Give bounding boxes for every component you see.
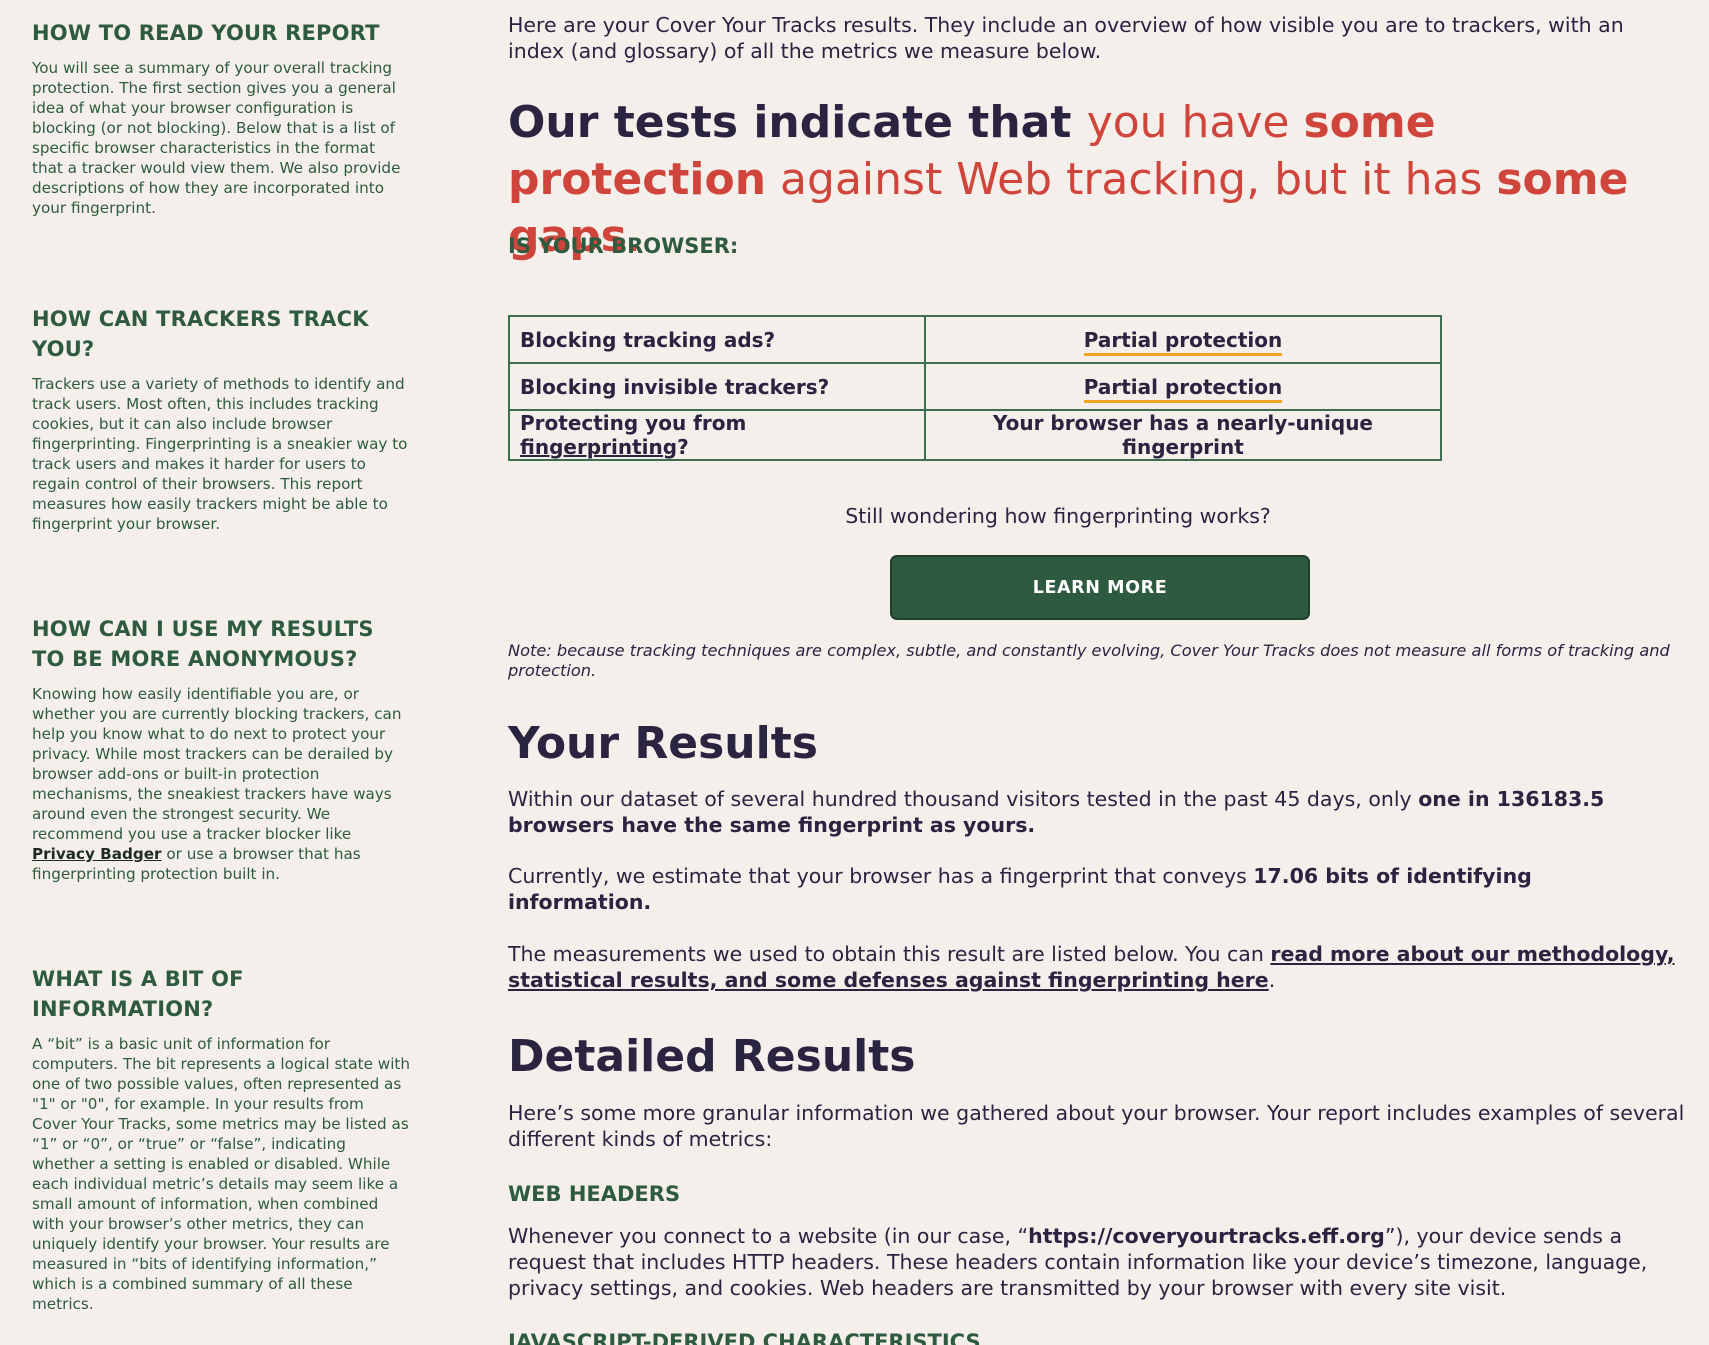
sidebar-heading: WHAT IS A BIT OF INFORMATION? (32, 967, 244, 1021)
table-row: Protecting you from fingerprinting? Your… (508, 409, 1442, 461)
sidebar-heading: HOW CAN TRACKERS TRACK YOU? (32, 307, 369, 361)
sidebar-section-how-to-read: HOW TO READ YOUR REPORT You will see a s… (32, 18, 410, 218)
sidebar-section-bit: WHAT IS A BIT OF INFORMATION? A “bit” is… (32, 964, 410, 1314)
learn-more-button[interactable]: LEARN MORE (890, 555, 1310, 620)
sidebar-text: Trackers use a variety of methods to ide… (32, 375, 408, 533)
table-cell-question: Protecting you from fingerprinting? (508, 409, 926, 461)
fingerprinting-link[interactable]: fingerprinting (520, 435, 677, 459)
sidebar-text: A “bit” is a basic unit of information f… (32, 1035, 410, 1313)
results-paragraph: Currently, we estimate that your browser… (508, 863, 1678, 915)
table-row: Blocking tracking ads? Partial protectio… (508, 315, 1442, 364)
question-part: ? (677, 435, 689, 459)
verdict-part: you have (1086, 97, 1304, 148)
results-heading: Your Results (508, 718, 818, 769)
intro-text: Here are your Cover Your Tracks results.… (508, 13, 1624, 63)
detailed-heading: Detailed Results (508, 1031, 916, 1082)
results-paragraph: The measurements we used to obtain this … (508, 941, 1678, 993)
text-part: Currently, we estimate that your browser… (508, 864, 1254, 888)
text-part: Whenever you connect to a website (in ou… (508, 1224, 1029, 1248)
table-cell-answer: Partial protection (924, 362, 1442, 411)
table-cell-question: Blocking invisible trackers? (508, 362, 926, 411)
sidebar-section-anonymous: HOW CAN I USE MY RESULTS TO BE MORE ANON… (32, 614, 410, 884)
browser-heading: IS YOUR BROWSER: (508, 234, 739, 258)
table-row: Blocking invisible trackers? Partial pro… (508, 362, 1442, 411)
sidebar-heading: HOW CAN I USE MY RESULTS TO BE MORE ANON… (32, 617, 374, 671)
javascript-heading: JAVASCRIPT-DERIVED CHARACTERISTICS (508, 1330, 981, 1345)
sidebar-text-part: Knowing how easily identifiable you are,… (32, 685, 402, 843)
partial-protection-link[interactable]: Partial protection (1083, 327, 1283, 356)
web-headers-heading: WEB HEADERS (508, 1182, 681, 1206)
detailed-intro: Here’s some more granular information we… (508, 1101, 1685, 1151)
verdict-part: Our tests indicate that (508, 97, 1087, 148)
sidebar-text: You will see a summary of your overall t… (32, 59, 401, 217)
note-text: Note: because tracking techniques are co… (508, 641, 1670, 680)
sidebar-text: Knowing how easily identifiable you are,… (32, 684, 410, 884)
sidebar-section-how-track: HOW CAN TRACKERS TRACK YOU? Trackers use… (32, 304, 410, 534)
privacy-badger-link[interactable]: Privacy Badger (32, 845, 162, 863)
protection-table: Blocking tracking ads? Partial protectio… (508, 315, 1442, 461)
site-url: https://coveryourtracks.eff.org (1028, 1224, 1385, 1248)
text-part: The measurements we used to obtain this … (508, 942, 1271, 966)
text-part: Within our dataset of several hundred th… (508, 787, 1419, 811)
sidebar-heading: HOW TO READ YOUR REPORT (32, 21, 380, 45)
table-cell-answer: Partial protection (924, 315, 1442, 364)
table-cell-answer: Your browser has a nearly-unique fingerp… (924, 409, 1442, 461)
table-cell-question: Blocking tracking ads? (508, 315, 926, 364)
web-headers-text: Whenever you connect to a website (in ou… (508, 1223, 1698, 1301)
verdict-part: against Web tracking, but it has (766, 154, 1497, 205)
wonder-text: Still wondering how fingerprinting works… (845, 504, 1271, 528)
question-part: Protecting you from (520, 411, 747, 435)
text-part: . (1268, 968, 1276, 992)
partial-protection-link[interactable]: Partial protection (1083, 374, 1283, 403)
results-paragraph: Within our dataset of several hundred th… (508, 786, 1678, 838)
